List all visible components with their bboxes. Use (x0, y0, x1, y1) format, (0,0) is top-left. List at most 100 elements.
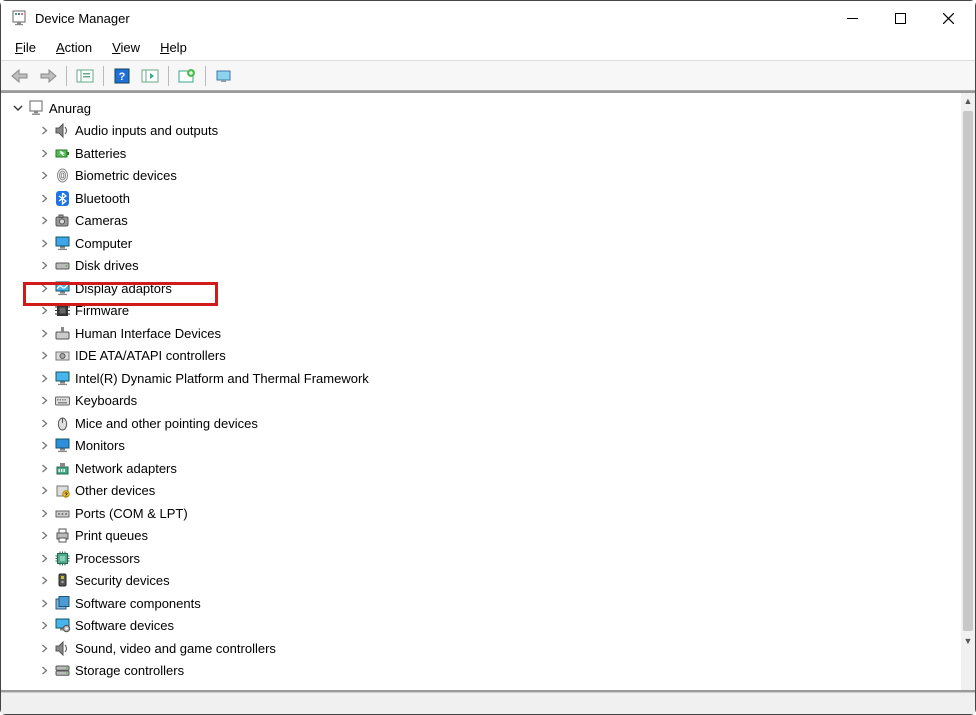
tree-item[interactable]: Sound, video and game controllers (11, 637, 961, 660)
tree-item-label: Batteries (75, 146, 126, 161)
computer-icon (27, 99, 45, 117)
tree-item[interactable]: Print queues (11, 525, 961, 548)
tree-item[interactable]: Other devices (11, 480, 961, 503)
chevron-right-icon[interactable] (37, 236, 51, 250)
chevron-right-icon[interactable] (37, 664, 51, 678)
tree-item[interactable]: Firmware (11, 300, 961, 323)
tree-item-label: Cameras (75, 213, 128, 228)
menu-view[interactable]: View (102, 37, 150, 58)
tree-item[interactable]: Disk drives (11, 255, 961, 278)
tree-item-label: Mice and other pointing devices (75, 416, 258, 431)
tree-item-label: Network adapters (75, 461, 177, 476)
chevron-right-icon[interactable] (37, 146, 51, 160)
minimize-button[interactable] (829, 3, 875, 33)
root-label: Anurag (49, 101, 91, 116)
tree-item[interactable]: Security devices (11, 570, 961, 593)
camera-icon (53, 212, 71, 230)
tree-item-label: Other devices (75, 483, 155, 498)
tree-item[interactable]: Processors (11, 547, 961, 570)
tree-item-label: Ports (COM & LPT) (75, 506, 188, 521)
hid-icon (53, 324, 71, 342)
tree-item[interactable]: Display adaptors (11, 277, 961, 300)
tree-item[interactable]: Computer (11, 232, 961, 255)
close-button[interactable] (925, 3, 971, 33)
device-tree[interactable]: Anurag Audio inputs and outputs Batteries… (1, 93, 961, 690)
tree-item-label: IDE ATA/ATAPI controllers (75, 348, 226, 363)
tree-item[interactable]: Keyboards (11, 390, 961, 413)
chevron-right-icon[interactable] (37, 371, 51, 385)
toolbar-separator (66, 66, 67, 86)
tree-item[interactable]: Ports (COM & LPT) (11, 502, 961, 525)
chevron-right-icon[interactable] (37, 169, 51, 183)
chevron-right-icon[interactable] (37, 394, 51, 408)
tree-item[interactable]: Biometric devices (11, 165, 961, 188)
tree-item-label: Software components (75, 596, 201, 611)
help-button[interactable]: ? (109, 64, 135, 88)
chevron-right-icon[interactable] (37, 596, 51, 610)
tree-item[interactable]: Monitors (11, 435, 961, 458)
tree-item[interactable]: Intel(R) Dynamic Platform and Thermal Fr… (11, 367, 961, 390)
tree-item[interactable]: Batteries (11, 142, 961, 165)
properties-button[interactable] (72, 64, 98, 88)
menu-file[interactable]: File (5, 37, 46, 58)
chevron-right-icon[interactable] (37, 326, 51, 340)
tree-item[interactable]: Cameras (11, 210, 961, 233)
tree-item[interactable]: Software components (11, 592, 961, 615)
tree-item[interactable]: Bluetooth (11, 187, 961, 210)
maximize-button[interactable] (877, 3, 923, 33)
tree-item[interactable]: IDE ATA/ATAPI controllers (11, 345, 961, 368)
chevron-right-icon[interactable] (37, 191, 51, 205)
update-driver-button[interactable] (174, 64, 200, 88)
chevron-right-icon[interactable] (37, 574, 51, 588)
menu-action[interactable]: Action (46, 37, 102, 58)
chevron-right-icon[interactable] (37, 259, 51, 273)
tree-item[interactable]: Human Interface Devices (11, 322, 961, 345)
tree-item[interactable]: Storage controllers (11, 660, 961, 683)
bt-icon (53, 189, 71, 207)
chevron-right-icon[interactable] (37, 484, 51, 498)
chevron-right-icon[interactable] (37, 529, 51, 543)
printer-icon (53, 527, 71, 545)
toolbar-separator (103, 66, 104, 86)
menu-help[interactable]: Help (150, 37, 197, 58)
scan-hardware-button[interactable] (137, 64, 163, 88)
chevron-right-icon[interactable] (37, 281, 51, 295)
back-button[interactable] (7, 64, 33, 88)
tree-root-node[interactable]: Anurag (11, 97, 961, 120)
scroll-up-button[interactable]: ▲ (961, 93, 975, 109)
tree-item[interactable]: Mice and other pointing devices (11, 412, 961, 435)
tree-item-label: Computer (75, 236, 132, 251)
chevron-right-icon[interactable] (37, 124, 51, 138)
toolbar: ? (1, 61, 975, 91)
scroll-down-button[interactable]: ▼ (961, 633, 975, 649)
chevron-right-icon[interactable] (37, 439, 51, 453)
scroll-thumb[interactable] (963, 111, 973, 631)
content-area: Anurag Audio inputs and outputs Batteries… (1, 91, 975, 692)
tree-item[interactable]: Network adapters (11, 457, 961, 480)
chevron-right-icon[interactable] (37, 416, 51, 430)
tree-item-label: Audio inputs and outputs (75, 123, 218, 138)
chevron-right-icon[interactable] (37, 461, 51, 475)
monitor2-icon (53, 369, 71, 387)
menu-bar: File Action View Help (1, 35, 975, 61)
chevron-down-icon[interactable] (11, 101, 25, 115)
chevron-right-icon[interactable] (37, 304, 51, 318)
show-hidden-button[interactable] (211, 64, 237, 88)
swdev-icon (53, 617, 71, 635)
tree-item-label: Disk drives (75, 258, 139, 273)
chevron-right-icon[interactable] (37, 214, 51, 228)
chevron-right-icon[interactable] (37, 349, 51, 363)
tree-item[interactable]: Software devices (11, 615, 961, 638)
security-icon (53, 572, 71, 590)
tree-item-label: Storage controllers (75, 663, 184, 678)
forward-button[interactable] (35, 64, 61, 88)
chevron-right-icon[interactable] (37, 506, 51, 520)
tree-item[interactable]: Audio inputs and outputs (11, 120, 961, 143)
mouse-icon (53, 414, 71, 432)
chevron-right-icon[interactable] (37, 619, 51, 633)
chevron-right-icon[interactable] (37, 551, 51, 565)
tree-item-label: Firmware (75, 303, 129, 318)
tree-item-label: Biometric devices (75, 168, 177, 183)
chevron-right-icon[interactable] (37, 641, 51, 655)
vertical-scrollbar[interactable]: ▲ ▼ (961, 93, 975, 690)
